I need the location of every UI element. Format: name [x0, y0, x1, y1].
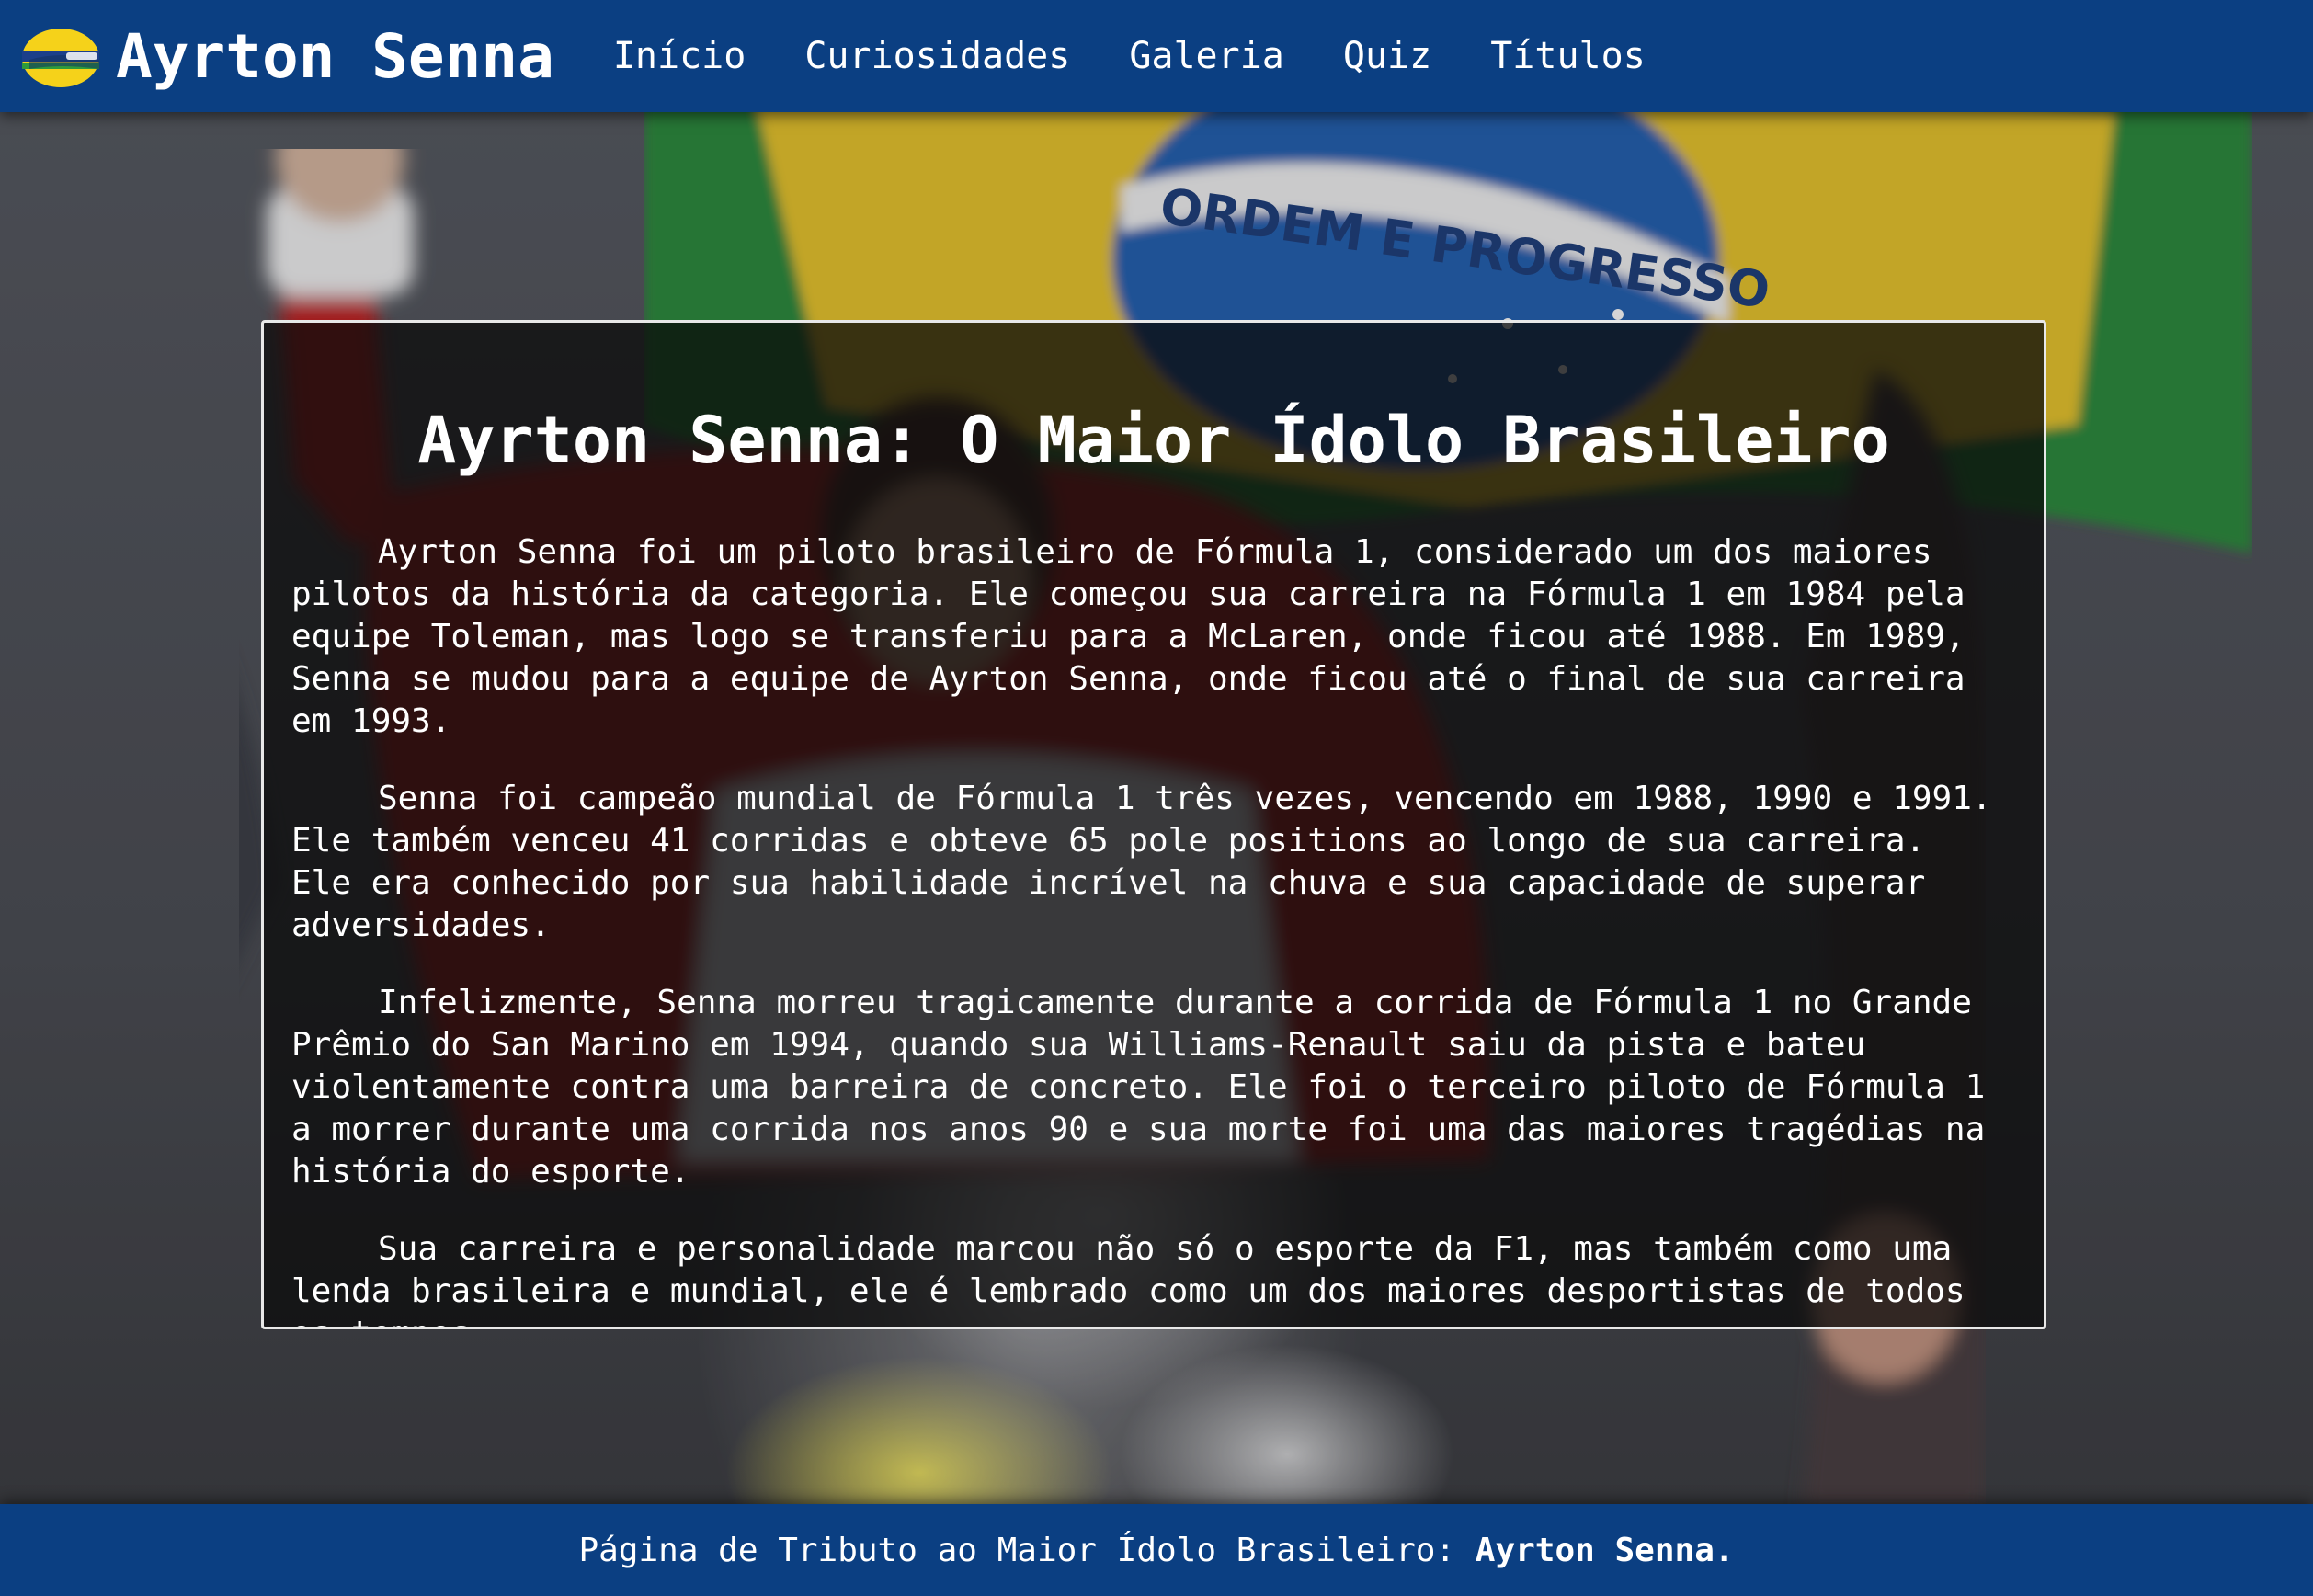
- nav-link-curiosidades[interactable]: Curiosidades: [804, 35, 1070, 77]
- footer-label: Página de Tributo ao Maior Ídolo Brasile…: [578, 1531, 1476, 1569]
- site-title: Ayrton Senna: [116, 20, 554, 92]
- article-body: Ayrton Senna foi um piloto brasileiro de…: [291, 531, 2003, 1327]
- paragraph-titles: Senna foi campeão mundial de Fórmula 1 t…: [291, 780, 1992, 944]
- footer-name: Ayrton Senna.: [1475, 1531, 1735, 1569]
- nav-link-galeria[interactable]: Galeria: [1129, 35, 1284, 77]
- page-title: Ayrton Senna: O Maior Ídolo Brasileiro: [417, 403, 1890, 478]
- top-navbar: Ayrton Senna Início Curiosidades Galeria…: [0, 0, 2313, 112]
- paragraph-legacy: Sua carreira e personalidade marcou não …: [291, 1230, 1965, 1327]
- paragraph-intro: Ayrton Senna foi um piloto brasileiro de…: [291, 533, 1965, 740]
- paragraph-death: Infelizmente, Senna morreu tragicamente …: [291, 984, 1986, 1191]
- page-footer: Página de Tributo ao Maior Ídolo Brasile…: [0, 1504, 2313, 1596]
- nav-link-inicio[interactable]: Início: [613, 35, 746, 77]
- footer-text: Página de Tributo ao Maior Ídolo Brasile…: [578, 1532, 1734, 1569]
- nav-link-titulos[interactable]: Títulos: [1490, 35, 1646, 77]
- senna-helmet-icon: [22, 28, 99, 87]
- content-card[interactable]: Ayrton Senna: O Maior Ídolo Brasileiro A…: [261, 320, 2046, 1329]
- nav-link-quiz[interactable]: Quiz: [1343, 35, 1431, 77]
- main-nav: Início Curiosidades Galeria Quiz Títulos: [613, 35, 1704, 77]
- site-logo[interactable]: Ayrton Senna: [20, 0, 554, 112]
